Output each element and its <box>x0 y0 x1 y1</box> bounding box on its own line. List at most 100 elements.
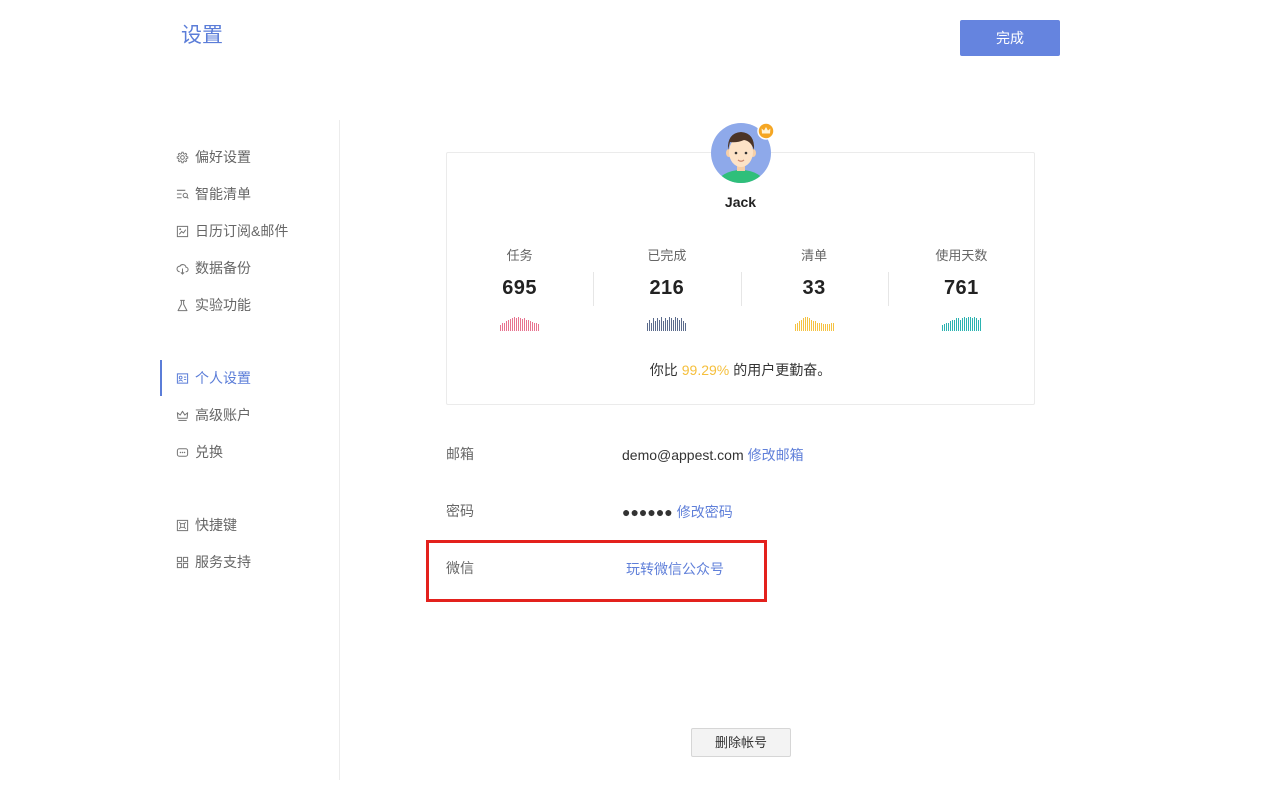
sparkline <box>941 316 981 331</box>
sparkline-bar <box>816 323 818 331</box>
sparkline-bar <box>969 317 971 331</box>
sparkline-bar <box>822 324 824 331</box>
sparkline-bar <box>510 319 512 331</box>
sparkline-bar <box>945 323 947 331</box>
smart-list-icon <box>176 188 189 201</box>
change-password-link[interactable]: 修改密码 <box>677 504 733 520</box>
sparkline-bar <box>655 321 657 331</box>
email-label: 邮箱 <box>446 446 474 462</box>
sidebar-item-labs[interactable]: 实验功能 <box>176 295 251 315</box>
sparkline-bar <box>818 323 820 331</box>
stat-value: 33 <box>802 277 826 299</box>
coupon-icon <box>176 446 189 459</box>
sparkline-bar <box>953 320 955 331</box>
sparkline-bar <box>832 323 834 331</box>
sidebar-item-shortcuts[interactable]: 快捷键 <box>176 515 237 535</box>
sparkline-bar <box>951 320 953 331</box>
settings-page: 设置 完成 偏好设置 智能清单 日历订阅&邮件 数据备份 实验功能 个人设置 高… <box>0 0 1280 800</box>
sidebar-item-label: 快捷键 <box>195 517 237 533</box>
email-value: demo@appest.com <box>622 447 744 463</box>
grid-icon <box>176 556 189 569</box>
sparkline-bar <box>685 323 687 331</box>
sparkline-bar <box>665 318 667 331</box>
sparkline-bar <box>955 318 957 331</box>
comparison-percent: 99.29% <box>681 362 730 378</box>
delete-account-button[interactable]: 删除帐号 <box>691 728 791 757</box>
sidebar-item-label: 个人设置 <box>195 370 251 386</box>
crown-badge-icon <box>757 122 775 140</box>
sparkline-bar <box>659 320 661 331</box>
sparkline-bar <box>802 318 804 331</box>
sparkline-bar <box>516 318 518 331</box>
sparkline-bar <box>683 321 685 331</box>
sparkline-bar <box>536 323 538 331</box>
sparkline-bar <box>500 325 502 331</box>
sparkline-bar <box>804 317 806 331</box>
sparkline-bar <box>651 323 653 331</box>
sparkline-bar <box>977 320 979 331</box>
sparkline-bar <box>508 320 510 331</box>
sparkline-bar <box>820 323 822 331</box>
stat-value: 761 <box>943 277 979 299</box>
calendar-icon <box>176 225 189 238</box>
sparkline-bar <box>526 320 528 331</box>
sparkline-bar <box>681 318 683 331</box>
sidebar-item-smart-list[interactable]: 智能清单 <box>176 184 251 204</box>
sidebar-item-redeem[interactable]: 兑换 <box>176 442 223 462</box>
sparkline-bar <box>971 318 973 331</box>
stats-row: 任务 695 已完成 216 清单 33 使用天数 761 <box>446 246 1035 331</box>
sidebar-item-premium[interactable]: 高级账户 <box>176 405 251 425</box>
gear-icon <box>176 151 189 164</box>
sidebar-item-preferences[interactable]: 偏好设置 <box>176 147 251 167</box>
sidebar-item-label: 偏好设置 <box>195 149 251 165</box>
sparkline-bar <box>653 318 655 331</box>
diligence-comparison: 你比 99.29% 的用户更勤奋。 <box>446 360 1035 380</box>
sparkline-bar <box>826 324 828 331</box>
sparkline-bar <box>812 321 814 331</box>
sparkline-bar <box>947 323 949 331</box>
sparkline-bar <box>657 318 659 331</box>
sidebar-item-personal[interactable]: 个人设置 <box>176 368 251 388</box>
sparkline-bar <box>959 320 961 331</box>
sparkline-bar <box>957 318 959 331</box>
sparkline-bar <box>647 323 649 331</box>
sidebar-item-support[interactable]: 服务支持 <box>176 552 251 572</box>
stat-days-used: 使用天数 761 <box>887 246 1035 331</box>
sparkline-bar <box>806 317 808 331</box>
flask-icon <box>176 299 189 312</box>
sparkline-bar <box>520 318 522 331</box>
sparkline-bar <box>518 317 520 331</box>
sparkline-bar <box>679 320 681 331</box>
sparkline-bar <box>961 318 963 331</box>
id-card-icon <box>176 372 189 385</box>
stat-label: 任务 <box>506 248 533 263</box>
comparison-suffix: 的用户更勤奋。 <box>733 362 832 378</box>
user-name: Jack <box>724 194 757 210</box>
sparkline-bar <box>794 324 796 331</box>
sparkline-bar <box>522 319 524 331</box>
sidebar-item-label: 实验功能 <box>195 297 251 313</box>
active-indicator <box>160 360 162 396</box>
sparkline-bar <box>949 321 951 331</box>
sparkline <box>794 316 834 331</box>
sparkline-bar <box>528 320 530 331</box>
sparkline-bar <box>524 318 526 331</box>
stat-lists: 清单 33 <box>740 246 888 331</box>
sparkline-bar <box>534 323 536 331</box>
sparkline-bar <box>814 321 816 331</box>
sparkline-bar <box>530 321 532 331</box>
crown-icon <box>176 409 189 422</box>
sidebar-item-label: 高级账户 <box>195 407 251 423</box>
sparkline-bar <box>973 317 975 331</box>
sparkline-bar <box>810 320 812 331</box>
shortcut-icon <box>176 519 189 532</box>
sparkline-bar <box>943 324 945 331</box>
sidebar-item-backup[interactable]: 数据备份 <box>176 258 251 278</box>
sparkline-bar <box>975 318 977 331</box>
done-button[interactable]: 完成 <box>960 20 1060 56</box>
sparkline-bar <box>661 317 663 331</box>
sidebar-item-label: 日历订阅&邮件 <box>195 223 289 239</box>
sparkline-bar <box>649 320 651 331</box>
sidebar-item-calendar[interactable]: 日历订阅&邮件 <box>176 221 288 241</box>
change-email-link[interactable]: 修改邮箱 <box>748 447 804 463</box>
